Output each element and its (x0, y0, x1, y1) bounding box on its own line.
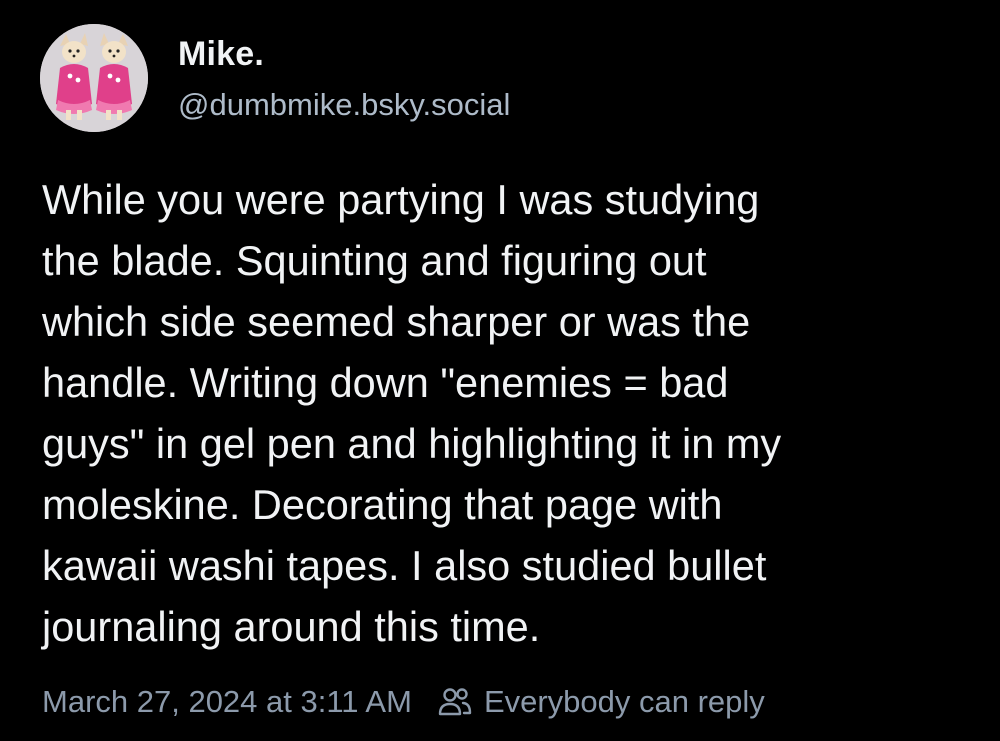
author-handle[interactable]: @dumbmike.bsky.social (178, 87, 510, 123)
avatar[interactable] (40, 24, 148, 132)
post-text-line: kawaii washi tapes. I also studied bulle… (42, 542, 767, 589)
post-text-line: guys" in gel pen and highlighting it in … (42, 420, 782, 467)
post-text-line: While you were partying I was studying (42, 176, 760, 223)
post-meta: March 27, 2024 at 3:11 AM Everybody can … (42, 682, 765, 722)
post-text-line: journaling around this time. (42, 603, 541, 650)
author-display-name[interactable]: Mike. (178, 35, 264, 74)
post-text-line: handle. Writing down "enemies = bad (42, 359, 729, 406)
post-text-line: the blade. Squinting and figuring out (42, 237, 707, 284)
post-text-line: moleskine. Decorating that page with (42, 481, 723, 528)
post-text-line: which side seemed sharper or was the (42, 298, 751, 345)
reply-setting-label: Everybody can reply (483, 684, 765, 719)
post-text: While you were partying I was studying t… (42, 169, 972, 657)
people-icon (438, 687, 472, 717)
post: Mike. @dumbmike.bsky.social While you we… (0, 0, 1000, 741)
post-timestamp[interactable]: March 27, 2024 at 3:11 AM (42, 684, 412, 720)
avatar-image-icon (40, 24, 148, 132)
